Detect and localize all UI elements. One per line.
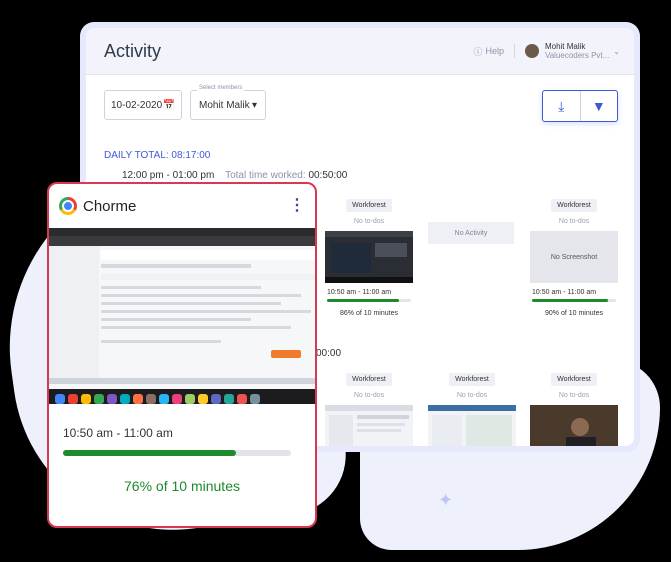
app-icon bbox=[185, 394, 195, 404]
todo-text: No to-dos bbox=[353, 392, 385, 399]
screenshot-thumbnail[interactable] bbox=[325, 405, 413, 446]
card-header: Chorme ⋮ bbox=[49, 184, 315, 228]
date-value: 10-02-2020 bbox=[111, 99, 163, 111]
page-title: Activity bbox=[104, 40, 162, 61]
todo-text: No to-dos bbox=[456, 392, 488, 399]
user-menu[interactable]: Mohit Malik Valuecoders Pvt... bbox=[545, 42, 609, 60]
activity-slot: Workforest No to-dos bbox=[528, 368, 620, 446]
project-tag: Workforest bbox=[346, 373, 392, 386]
app-icon bbox=[107, 394, 117, 404]
download-button[interactable]: ⤓ bbox=[543, 91, 581, 121]
app-icon bbox=[159, 394, 169, 404]
project-tag: Workforest bbox=[346, 199, 392, 212]
date-picker[interactable]: 10-02-2020 📅 bbox=[104, 90, 182, 120]
app-icon bbox=[198, 394, 208, 404]
help-icon: ⓘ bbox=[473, 46, 483, 57]
user-name: Mohit Malik bbox=[544, 42, 586, 51]
download-icon: ⤓ bbox=[558, 97, 565, 114]
total-label: Total time worked: bbox=[225, 170, 306, 181]
app-icon bbox=[133, 394, 143, 404]
app-icon bbox=[68, 394, 78, 404]
webcam-image bbox=[530, 405, 618, 446]
app-icon bbox=[120, 394, 130, 404]
caret-down-icon: ▾ bbox=[251, 99, 257, 111]
app-icon bbox=[94, 394, 104, 404]
app-icon bbox=[250, 394, 260, 404]
filter-controls: 10-02-2020 📅 Select members Mohit Malik … bbox=[104, 85, 266, 120]
app-icon bbox=[81, 394, 91, 404]
webcam-thumbnail[interactable] bbox=[530, 405, 618, 446]
daily-total: DAILY TOTAL: 08:17:00 bbox=[104, 150, 211, 161]
app-icon bbox=[224, 394, 234, 404]
activity-percentage: 86% of 10 minutes bbox=[340, 310, 398, 317]
no-screenshot-placeholder: No Screenshot bbox=[530, 231, 618, 283]
chrome-icon bbox=[59, 197, 77, 215]
more-options-icon[interactable]: ⋮ bbox=[289, 198, 305, 214]
screenshot-image bbox=[428, 405, 516, 446]
member-select[interactable]: Select members Mohit Malik ▾ bbox=[190, 85, 266, 120]
todo-text: No to-dos bbox=[558, 392, 590, 399]
avatar[interactable] bbox=[524, 44, 539, 58]
time-range-row: 12:00 pm - 01:00 pm Total time worked: 0… bbox=[122, 170, 347, 181]
activity-slot: Workforest No to-dos No Screenshot 10:50… bbox=[528, 194, 620, 317]
no-activity-placeholder: No Activity bbox=[428, 222, 514, 244]
activity-progress bbox=[63, 450, 291, 456]
todo-text: No to-dos bbox=[353, 218, 385, 225]
app-icon bbox=[211, 394, 221, 404]
filter-icon: ▼ bbox=[591, 98, 606, 114]
dock-bar bbox=[49, 389, 315, 404]
activity-progress bbox=[327, 299, 411, 302]
activity-percentage: 76% of 10 minutes bbox=[124, 478, 240, 494]
chevron-down-icon[interactable]: ⌄ bbox=[613, 47, 620, 56]
time-slot: 10:50 am - 11:00 am bbox=[327, 289, 392, 296]
desktop-screenshot-image bbox=[49, 228, 315, 384]
todo-text: No to-dos bbox=[558, 218, 590, 225]
app-name: Chorme bbox=[83, 197, 137, 215]
app-icon bbox=[55, 394, 65, 404]
app-icon bbox=[146, 394, 156, 404]
help-link[interactable]: ⓘ Help bbox=[473, 45, 504, 58]
member-value: Mohit Malik bbox=[199, 99, 250, 111]
divider bbox=[513, 44, 515, 58]
activity-progress bbox=[532, 299, 616, 302]
app-detail-card: Chorme ⋮ 10:50 am - 11:00 am 76% of 10 m… bbox=[47, 182, 317, 528]
member-select-label: Select members bbox=[197, 85, 245, 91]
project-tag: Workforest bbox=[551, 199, 597, 212]
action-buttons: ⤓ ▼ bbox=[542, 90, 618, 122]
calendar-icon: 📅 bbox=[162, 99, 175, 111]
activity-slot: Workforest No to-dos bbox=[426, 368, 518, 446]
total-value: 00:50:00 bbox=[308, 170, 348, 181]
help-label: Help bbox=[485, 46, 504, 56]
screenshot-thumbnail[interactable] bbox=[428, 405, 516, 446]
user-org: Valuecoders Pvt... bbox=[544, 51, 610, 60]
project-tag: Workforest bbox=[551, 373, 597, 386]
desktop-screenshot[interactable] bbox=[49, 228, 315, 404]
screenshot-image bbox=[325, 231, 413, 283]
app-icon bbox=[172, 394, 182, 404]
activity-percentage: 90% of 10 minutes bbox=[545, 310, 603, 317]
time-slot: 10:50 am - 11:00 am bbox=[532, 289, 597, 296]
activity-slot: Workforest No to-dos 10:50 am - 11:00 am… bbox=[323, 194, 415, 317]
app-icon bbox=[237, 394, 247, 404]
activity-slot: Workforest No to-dos bbox=[323, 368, 415, 446]
panel-header: Activity ⓘ Help Mohit Malik Valuecoders … bbox=[86, 28, 634, 75]
project-tag: Workforest bbox=[449, 373, 495, 386]
time-range: 12:00 pm - 01:00 pm bbox=[122, 170, 215, 181]
filter-button[interactable]: ▼ bbox=[581, 91, 618, 121]
screenshot-image bbox=[325, 405, 413, 446]
sparkle-icon: ✦ bbox=[438, 490, 454, 510]
screenshot-thumbnail[interactable] bbox=[325, 231, 413, 283]
second-row-time: 00:00 bbox=[316, 348, 342, 359]
time-slot: 10:50 am - 11:00 am bbox=[63, 426, 173, 440]
